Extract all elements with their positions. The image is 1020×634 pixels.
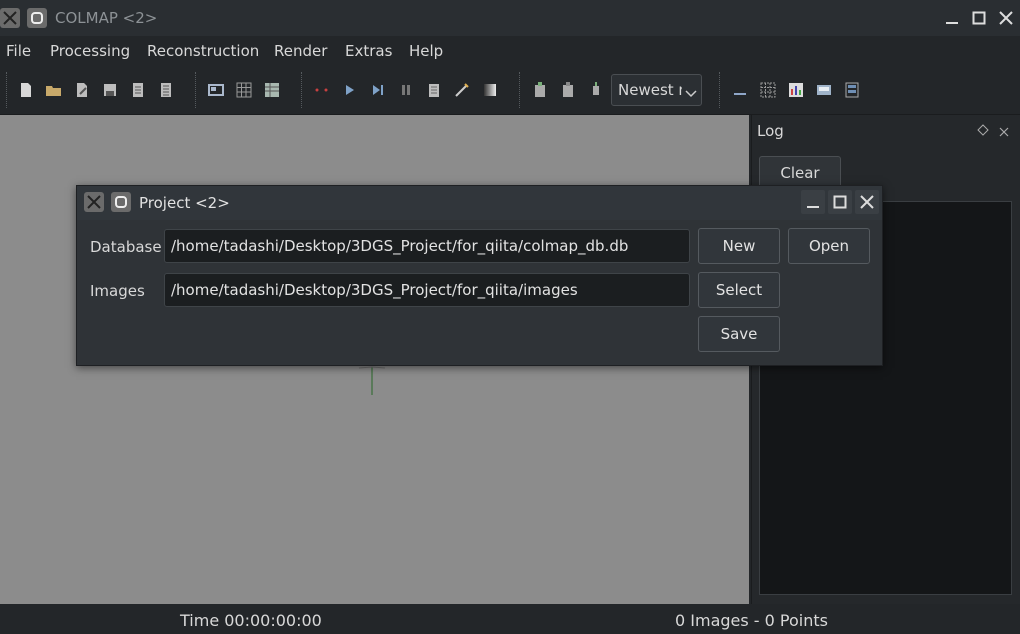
project-dialog: Project <2> Database /home/tadashi/Deskt… <box>76 185 883 366</box>
close-panel-icon[interactable] <box>999 123 1009 141</box>
new-project-icon[interactable] <box>17 81 35 99</box>
open-project-icon[interactable] <box>45 81 63 99</box>
close-icon[interactable] <box>994 6 1018 30</box>
window-menu-icon[interactable] <box>111 192 131 212</box>
maximize-icon[interactable] <box>967 6 991 30</box>
open-button[interactable]: Open <box>788 228 870 264</box>
screenshot-icon[interactable] <box>815 81 833 99</box>
menu-render[interactable]: Render <box>274 42 327 60</box>
match-matrix-icon[interactable] <box>587 81 605 99</box>
layers-icon[interactable] <box>843 81 861 99</box>
new-button[interactable]: New <box>698 228 780 264</box>
window-title: COLMAP <2> <box>55 9 158 27</box>
edit-project-icon[interactable] <box>73 81 91 99</box>
model-selector-value: Newest model <box>618 81 682 99</box>
toolbar-separator <box>519 72 522 108</box>
menu-extras[interactable]: Extras <box>345 42 392 60</box>
log-panel-title: Log <box>757 122 784 140</box>
menu-help[interactable]: Help <box>409 42 443 60</box>
select-button-label: Select <box>715 281 763 299</box>
menu-processing[interactable]: Processing <box>50 42 130 60</box>
close-icon[interactable] <box>855 190 879 214</box>
open-button-label: Open <box>808 237 850 255</box>
menu-reconstruction[interactable]: Reconstruction <box>147 42 259 60</box>
feature-matching-icon[interactable] <box>235 81 253 99</box>
toolbar-separator <box>195 72 198 108</box>
minimize-icon[interactable] <box>940 6 964 30</box>
feature-extraction-icon[interactable] <box>207 81 225 99</box>
model-selector-combo[interactable]: Newest model <box>611 74 702 106</box>
window-menu-icon[interactable] <box>27 8 47 28</box>
clear-log-label: Clear <box>780 164 820 182</box>
x-app-icon[interactable] <box>84 192 104 212</box>
toolbar-separator <box>719 72 722 108</box>
database-management-icon[interactable] <box>263 81 281 99</box>
minimize-icon[interactable] <box>801 190 825 214</box>
save-button[interactable]: Save <box>698 316 780 352</box>
menu-file[interactable]: File <box>6 42 31 60</box>
dialog-title: Project <2> <box>139 194 230 212</box>
log-icon[interactable] <box>731 81 749 99</box>
database-label: Database <box>90 238 162 256</box>
window-title-bar: COLMAP <2> <box>0 0 1020 37</box>
database-path-field[interactable]: /home/tadashi/Desktop/3DGS_Project/for_q… <box>164 229 690 263</box>
grab-image-icon[interactable] <box>759 81 777 99</box>
maximize-icon[interactable] <box>828 190 852 214</box>
toolbar-separator <box>6 72 9 108</box>
step-icon[interactable] <box>369 81 387 99</box>
images-label: Images <box>90 282 145 300</box>
dialog-title-bar: Project <2> <box>77 186 882 220</box>
float-panel-icon[interactable] <box>977 122 989 140</box>
chevron-down-icon <box>685 85 697 103</box>
render-options-icon[interactable] <box>531 81 549 99</box>
export-icon[interactable] <box>157 81 175 99</box>
menu-bar: File Processing Reconstruction Render Ex… <box>0 36 1020 66</box>
toolbar-separator <box>301 72 304 108</box>
save-button-label: Save <box>720 325 758 343</box>
status-counts: 0 Images - 0 Points <box>675 611 828 630</box>
play-icon[interactable] <box>341 81 359 99</box>
x-app-icon[interactable] <box>0 8 20 28</box>
coordinate-axes-icon <box>358 366 386 395</box>
status-time: Time 00:00:00:00 <box>180 611 322 630</box>
select-button[interactable]: Select <box>698 272 780 308</box>
new-button-label: New <box>722 237 756 255</box>
import-icon[interactable] <box>129 81 147 99</box>
status-bar: Time 00:00:00:00 0 Images - 0 Points <box>0 604 1020 634</box>
reconstruction-stats-icon[interactable] <box>559 81 577 99</box>
gradient-icon[interactable] <box>481 81 499 99</box>
bundle-adjustment-icon[interactable] <box>425 81 443 99</box>
dense-reconstruction-icon[interactable] <box>453 81 471 99</box>
add-points-icon[interactable] <box>313 81 331 99</box>
save-project-icon[interactable] <box>101 81 119 99</box>
images-path-field[interactable]: /home/tadashi/Desktop/3DGS_Project/for_q… <box>164 273 690 307</box>
pause-icon[interactable] <box>397 81 415 99</box>
toolbar: Newest model <box>0 66 1020 115</box>
chart-icon[interactable] <box>787 81 805 99</box>
